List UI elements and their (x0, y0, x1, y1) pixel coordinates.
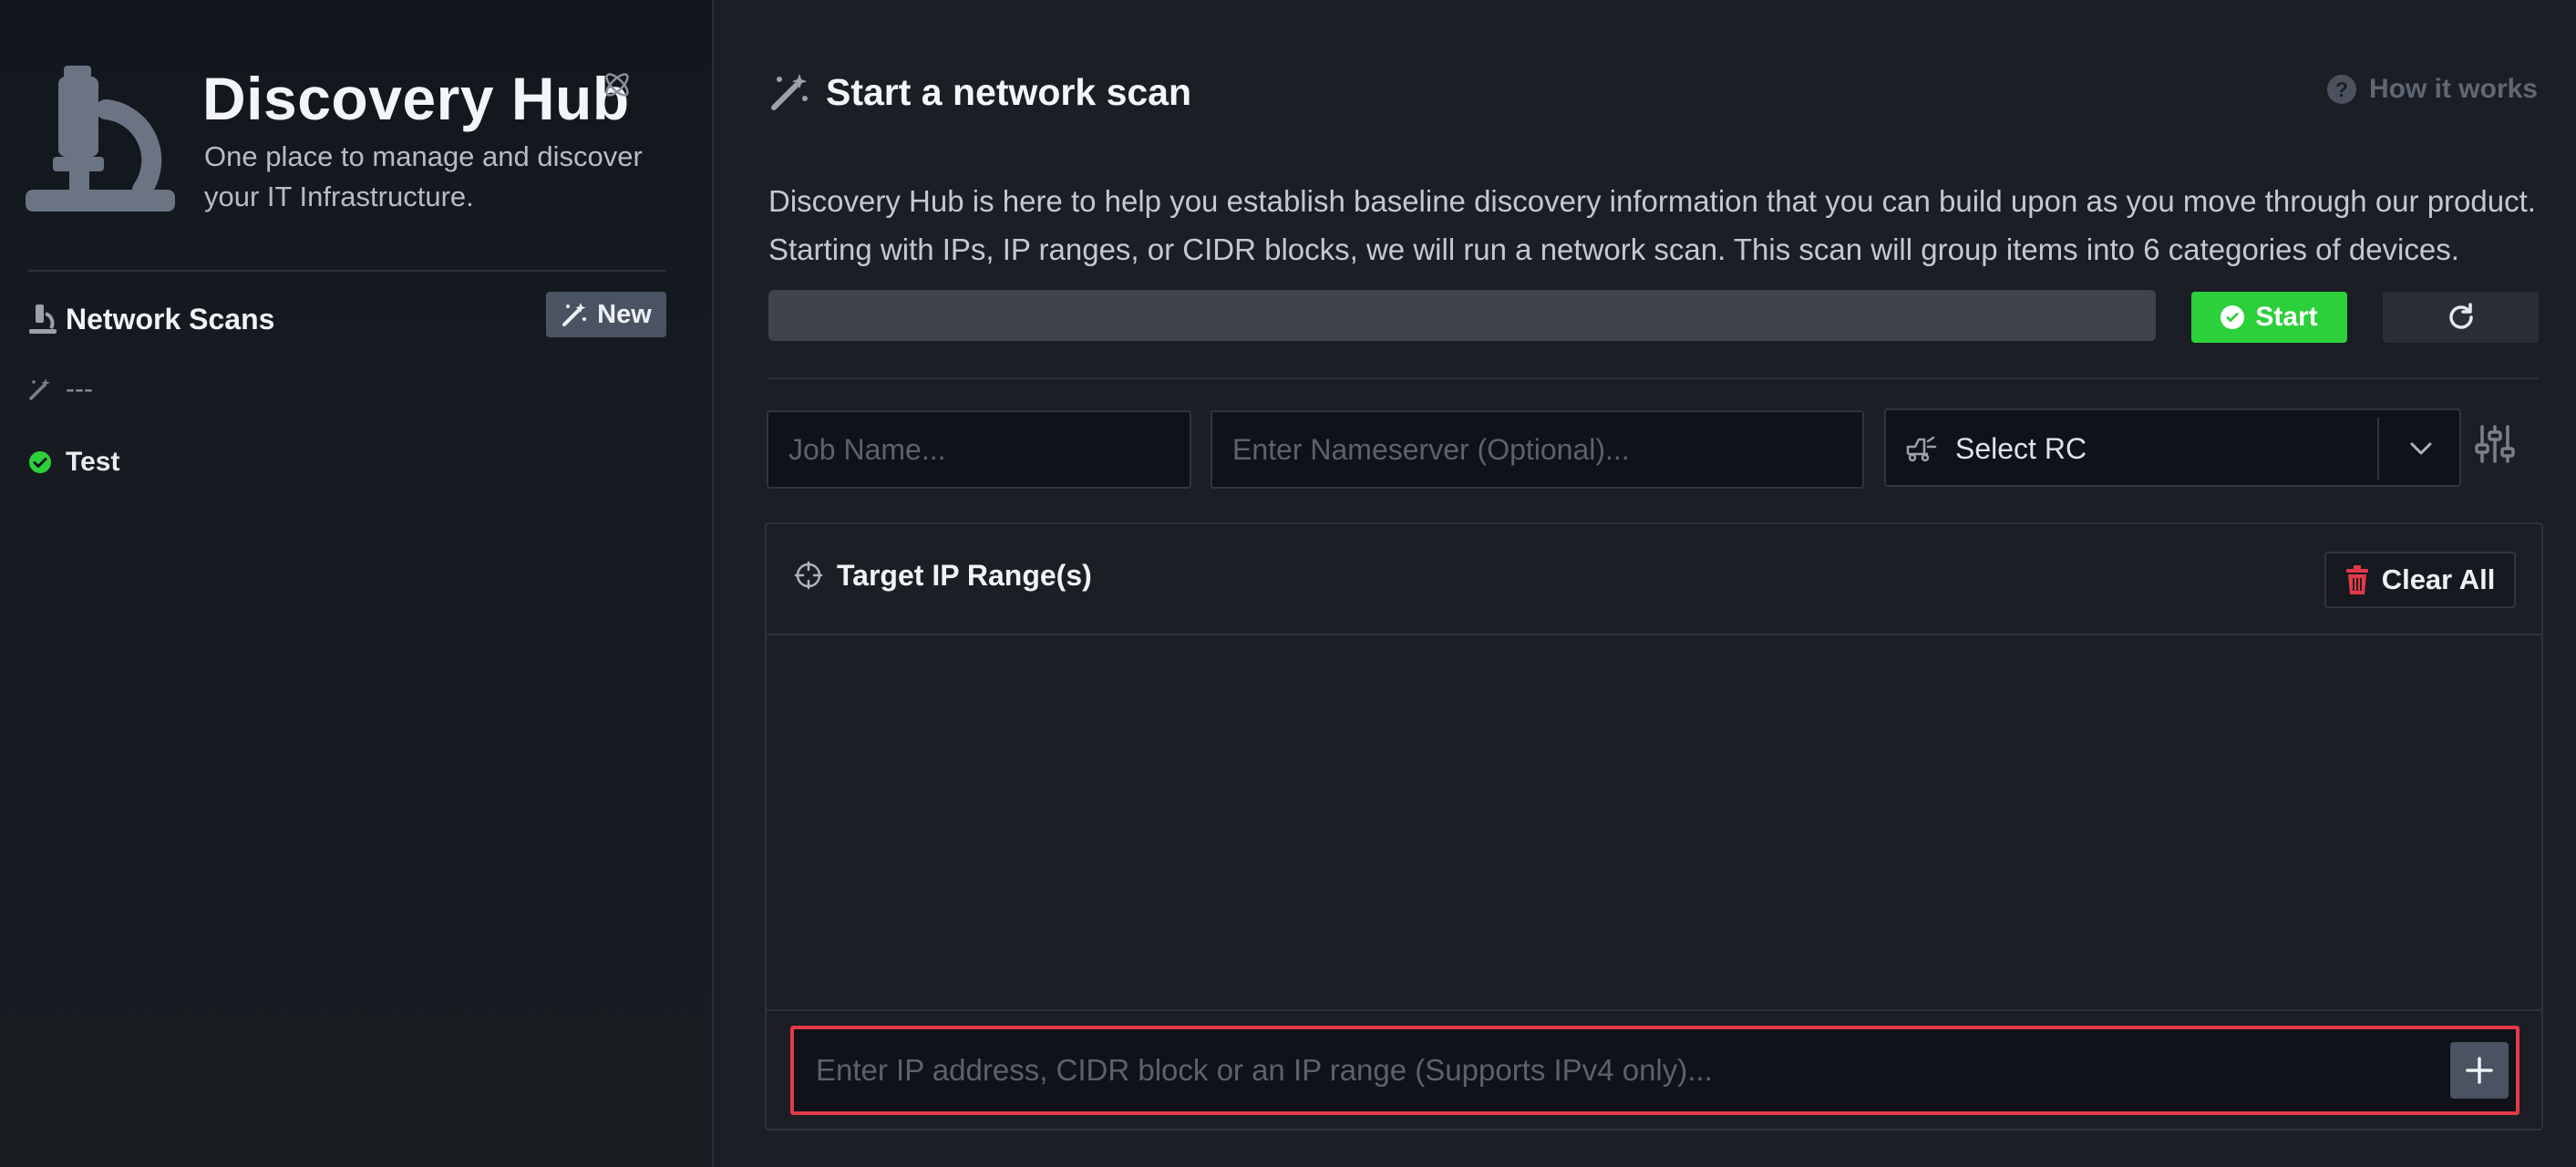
sidebar-divider (27, 270, 665, 272)
refresh-button[interactable] (2383, 292, 2539, 343)
page-header: Start a network scan (768, 67, 2045, 119)
app-title: Discovery Hub (202, 65, 630, 132)
page-description: Discovery Hub is here to help you establ… (768, 184, 2536, 266)
plus-icon (2466, 1057, 2493, 1084)
new-scan-label: New (597, 299, 652, 329)
clear-all-button[interactable]: Clear All (2324, 552, 2516, 608)
select-separator (2377, 418, 2379, 480)
truck-icon (1906, 436, 1937, 462)
question-icon: ? (2326, 75, 2356, 104)
crosshair-icon (794, 561, 823, 590)
microscope-icon (26, 66, 175, 212)
scan-item-label: Test (66, 447, 120, 477)
atom-icon (605, 73, 629, 97)
wand-icon (771, 74, 808, 110)
scan-progress-bar (768, 290, 2156, 341)
add-ip-button[interactable] (2450, 1042, 2509, 1099)
network-scans-header: Network Scans New (27, 292, 667, 346)
main-content: Start a network scan ? How it works Disc… (716, 0, 2576, 1167)
target-ip-list (767, 635, 2541, 1009)
brand: Discovery Hub One place to manage and di… (26, 62, 700, 217)
sidebar: Discovery Hub One place to manage and di… (0, 0, 714, 1167)
start-label: Start (2255, 302, 2318, 332)
rc-select-value: Select RC (1955, 432, 2087, 465)
scan-list-item[interactable]: Test (27, 439, 665, 485)
section-divider (768, 377, 2539, 379)
check-circle-icon (2221, 305, 2245, 329)
target-ip-panel: Target IP Range(s) Clear All (765, 522, 2543, 1131)
ip-input-group (790, 1026, 2519, 1115)
how-it-works-link[interactable]: ? How it works (2326, 69, 2538, 109)
job-name-input[interactable] (767, 410, 1191, 489)
scan-item-label: --- (66, 374, 93, 404)
wand-icon (562, 303, 587, 326)
target-ip-footer (767, 1009, 2541, 1131)
nameserver-input[interactable] (1211, 410, 1864, 489)
rc-select-dropdown[interactable]: Select RC (1884, 408, 2461, 487)
how-it-works-label: How it works (2368, 74, 2538, 104)
microscope-icon (29, 305, 57, 334)
wand-icon (29, 378, 50, 400)
clear-all-label: Clear All (2381, 563, 2496, 595)
target-ip-title: Target IP Range(s) (837, 559, 1092, 592)
check-circle-icon (29, 451, 51, 473)
new-scan-button[interactable]: New (546, 292, 666, 337)
trash-icon (2345, 565, 2368, 594)
network-scans-title: Network Scans (66, 303, 275, 336)
chevron-down-icon[interactable] (2406, 434, 2436, 463)
app-subtitle: One place to manage and discover your IT… (204, 140, 643, 212)
ip-address-input[interactable] (794, 1029, 2435, 1111)
start-button[interactable]: Start (2191, 292, 2347, 343)
settings-sliders-icon[interactable] (2475, 423, 2515, 465)
page-title: Start a network scan (826, 71, 1192, 113)
refresh-icon (2448, 303, 2473, 329)
scan-list-item[interactable]: --- (27, 367, 665, 412)
target-ip-panel-header: Target IP Range(s) Clear All (767, 524, 2541, 635)
